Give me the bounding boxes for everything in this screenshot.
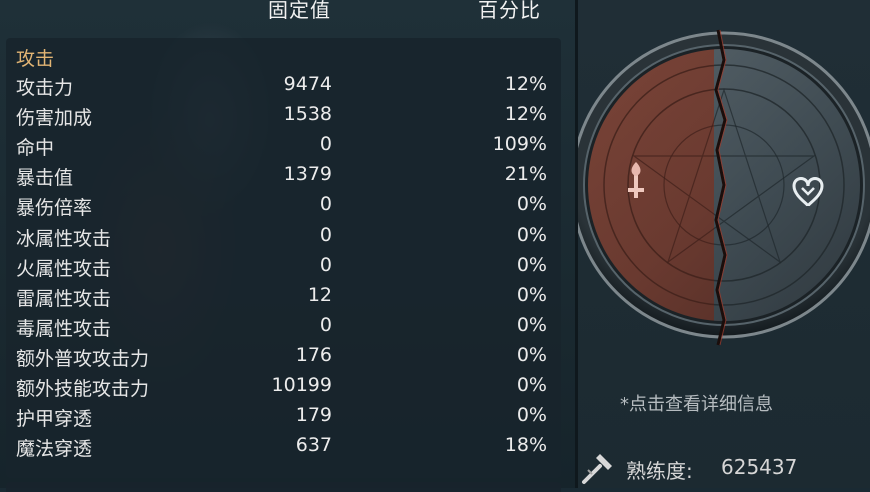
stat-label: 火属性攻击: [16, 257, 112, 280]
stat-percent-value: 0%: [516, 283, 547, 306]
stat-fixed-value: 0: [319, 253, 332, 276]
stat-row: 额外普攻攻击力 176 0%: [6, 344, 561, 374]
stat-percent-value: 21%: [504, 163, 547, 186]
attack-stats-panel: 攻击 攻击力 9474 12% 伤害加成 1538 12% 命中 0 109% 暴击值 1379 21…: [6, 38, 561, 478]
stat-fixed-value: 0: [319, 133, 332, 156]
detail-info-hint[interactable]: *点击查看详细信息: [620, 390, 773, 416]
stat-label: 护甲穿透: [16, 408, 93, 431]
stat-row: 攻击力 9474 12%: [6, 73, 561, 103]
stat-percent-value: 12%: [504, 103, 547, 126]
stat-row: 冰属性攻击 0 0%: [6, 224, 561, 254]
stat-percent-value: 109%: [492, 133, 547, 156]
stat-fixed-value: 0: [319, 193, 332, 216]
fixed-value-header: 固定值: [268, 0, 331, 22]
stat-row: 魔法穿透 637 18%: [6, 434, 561, 464]
percent-header: 百分比: [478, 0, 541, 22]
hammer-icon: [582, 454, 612, 484]
stat-row: 暴击值 1379 21%: [6, 163, 561, 193]
stat-fixed-value: 0: [319, 223, 332, 246]
proficiency-label: 熟练度:: [626, 459, 693, 483]
stat-fixed-value: 179: [295, 404, 332, 427]
next-section-header: [6, 482, 561, 492]
stat-label: 暴击值: [16, 167, 74, 190]
stat-percent-value: 0%: [516, 343, 547, 366]
stat-row: 护甲穿透 179 0%: [6, 404, 561, 434]
stat-fixed-value: 12: [307, 283, 332, 306]
stat-fixed-value: 9474: [283, 73, 332, 95]
class-emblem[interactable]: [578, 0, 870, 370]
stat-row: 毒属性攻击 0 0%: [6, 314, 561, 344]
stat-fixed-value: 176: [295, 343, 332, 366]
stat-row: 雷属性攻击 12 0%: [6, 284, 561, 314]
stat-label: 暴伤倍率: [16, 197, 93, 220]
stat-percent-value: 0%: [516, 193, 547, 216]
column-header: 固定值 百分比: [0, 0, 575, 28]
stat-fixed-value: 0: [319, 313, 332, 336]
stat-row: 伤害加成 1538 12%: [6, 103, 561, 133]
stat-percent-value: 0%: [516, 223, 547, 246]
stat-label: 额外技能攻击力: [16, 378, 150, 400]
stat-label: 雷属性攻击: [16, 287, 112, 310]
stat-row: 暴伤倍率 0 0%: [6, 193, 561, 223]
stat-label: 魔法穿透: [16, 438, 93, 461]
stat-percent-value: 0%: [516, 404, 547, 427]
right-info-panel: *点击查看详细信息 熟练度: 625437: [578, 0, 870, 488]
stat-row: 额外技能攻击力 10199 0%: [6, 374, 561, 404]
stat-fixed-value: 1379: [283, 163, 332, 186]
stat-percent-value: 12%: [504, 73, 547, 95]
stat-label: 伤害加成: [16, 107, 93, 130]
proficiency-value: 625437: [721, 455, 798, 479]
stat-percent-value: 0%: [516, 253, 547, 276]
stat-row: 火属性攻击 0 0%: [6, 254, 561, 284]
stat-percent-value: 0%: [516, 313, 547, 336]
stat-label: 毒属性攻击: [16, 317, 112, 340]
stat-row: 命中 0 109%: [6, 133, 561, 163]
stat-percent-value: 0%: [516, 374, 547, 396]
stat-label: 命中: [16, 137, 55, 160]
stat-label: 攻击力: [16, 77, 74, 99]
stat-label: 冰属性攻击: [16, 227, 112, 250]
stat-fixed-value: 1538: [283, 103, 332, 126]
stat-fixed-value: 10199: [271, 374, 332, 396]
stat-percent-value: 18%: [504, 434, 547, 457]
stat-fixed-value: 637: [295, 434, 332, 457]
stat-label: 额外普攻攻击力: [16, 347, 150, 370]
attack-section-title: 攻击: [16, 48, 55, 70]
